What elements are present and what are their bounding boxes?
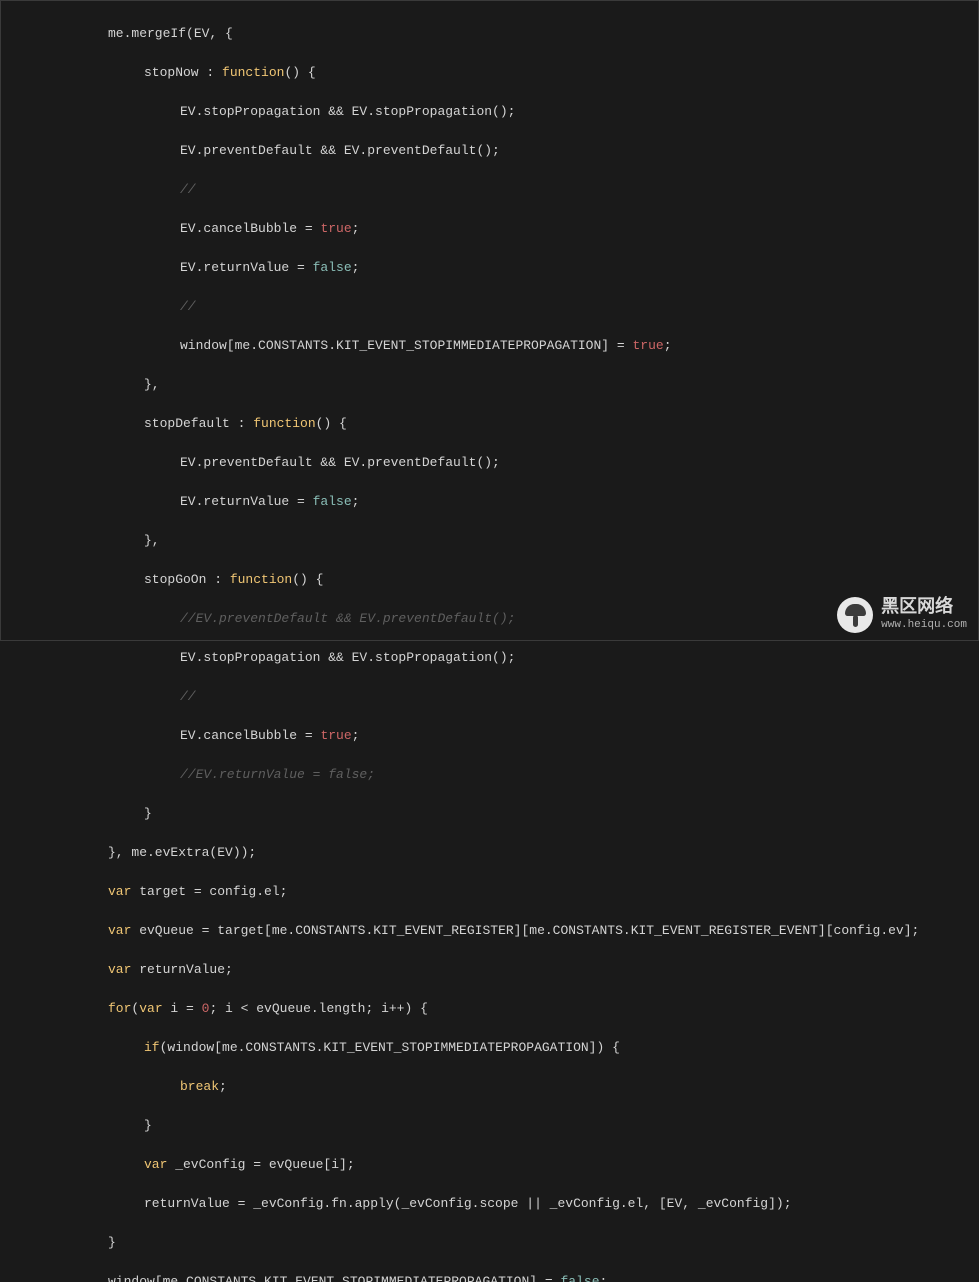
code-line: me.mergeIf(EV, {: [0, 24, 979, 44]
code-line: EV.cancelBubble = true;: [0, 219, 979, 239]
code-line: //: [0, 180, 979, 200]
code-line: EV.preventDefault && EV.preventDefault()…: [0, 453, 979, 473]
code-line: stopNow : function() {: [0, 63, 979, 83]
code-line: break;: [0, 1077, 979, 1097]
code-line: }: [0, 804, 979, 824]
code-line: }: [0, 1233, 979, 1253]
code-line: var evQueue = target[me.CONSTANTS.KIT_EV…: [0, 921, 979, 941]
code-line: },: [0, 375, 979, 395]
code-line: var target = config.el;: [0, 882, 979, 902]
code-line: stopDefault : function() {: [0, 414, 979, 434]
code-line: //EV.preventDefault && EV.preventDefault…: [0, 609, 979, 629]
code-line: EV.stopPropagation && EV.stopPropagation…: [0, 102, 979, 122]
code-line: var returnValue;: [0, 960, 979, 980]
code-line: if(window[me.CONSTANTS.KIT_EVENT_STOPIMM…: [0, 1038, 979, 1058]
code-line: var _evConfig = evQueue[i];: [0, 1155, 979, 1175]
code-line: //: [0, 687, 979, 707]
code-line: stopGoOn : function() {: [0, 570, 979, 590]
code-line: EV.returnValue = false;: [0, 258, 979, 278]
code-editor[interactable]: me.mergeIf(EV, { stopNow : function() { …: [0, 0, 979, 1282]
code-line: EV.cancelBubble = true;: [0, 726, 979, 746]
code-line: },: [0, 531, 979, 551]
watermark-url: www.heiqu.com: [881, 619, 967, 631]
code-line: EV.stopPropagation && EV.stopPropagation…: [0, 648, 979, 668]
code-line: //EV.returnValue = false;: [0, 765, 979, 785]
code-line: }: [0, 1116, 979, 1136]
watermark: 黑区网络 www.heiqu.com: [837, 597, 967, 633]
code-line: EV.returnValue = false;: [0, 492, 979, 512]
code-line: EV.preventDefault && EV.preventDefault()…: [0, 141, 979, 161]
code-line: //: [0, 297, 979, 317]
code-line: for(var i = 0; i < evQueue.length; i++) …: [0, 999, 979, 1019]
code-line: returnValue = _evConfig.fn.apply(_evConf…: [0, 1194, 979, 1214]
watermark-title: 黑区网络: [881, 599, 967, 619]
mushroom-icon: [837, 597, 873, 633]
code-line: }, me.evExtra(EV));: [0, 843, 979, 863]
code-line: window[me.CONSTANTS.KIT_EVENT_STOPIMMEDI…: [0, 336, 979, 356]
code-line: window[me.CONSTANTS.KIT_EVENT_STOPIMMEDI…: [0, 1272, 979, 1282]
